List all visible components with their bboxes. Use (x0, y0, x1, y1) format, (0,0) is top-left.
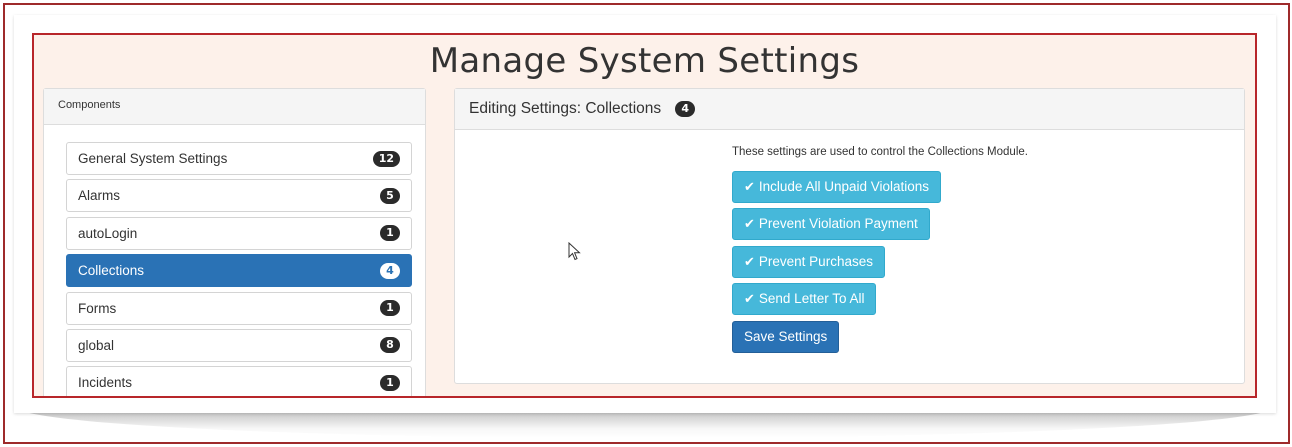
check-icon: ✔ (744, 291, 755, 307)
component-item-forms[interactable]: Forms 1 (66, 291, 412, 325)
check-icon: ✔ (744, 216, 755, 232)
count-badge: 1 (380, 374, 400, 391)
component-item-autologin[interactable]: autoLogin 1 (66, 216, 412, 250)
component-item-label: global (78, 337, 115, 353)
count-badge: 5 (380, 187, 400, 204)
component-item-label: Alarms (78, 188, 121, 204)
toggle-label: Prevent Violation Payment (758, 216, 918, 232)
editing-panel-title: Editing Settings: Collections (469, 100, 662, 117)
editing-settings-panel: Editing Settings: Collections 4 These se… (454, 88, 1245, 384)
mouse-cursor-icon (568, 242, 581, 261)
component-item-label: autoLogin (78, 225, 138, 241)
count-badge: 1 (380, 225, 400, 242)
component-item-general-system-settings[interactable]: General System Settings 12 (66, 142, 412, 175)
component-item-label: General System Settings (78, 151, 228, 166)
count-badge: 4 (675, 101, 696, 117)
check-icon: ✔ (744, 253, 755, 269)
count-badge: 8 (380, 337, 400, 354)
component-item-label: Forms (78, 300, 117, 316)
page-title: Manage System Settings (429, 41, 860, 81)
settings-form: These settings are used to control the C… (732, 146, 1028, 353)
count-badge: 1 (380, 300, 400, 317)
highlight-box: Manage System Settings Components Genera… (32, 33, 1257, 398)
component-item-incidents[interactable]: Incidents 1 (66, 366, 412, 396)
toggle-prevent-purchases[interactable]: ✔ Prevent Purchases (732, 245, 885, 278)
components-panel-heading: Components (44, 89, 425, 125)
toggle-label: Prevent Purchases (758, 253, 873, 269)
count-badge: 4 (380, 262, 400, 279)
toggle-label: Send Letter To All (758, 291, 865, 307)
toggle-prevent-violation-payment[interactable]: ✔ Prevent Violation Payment (732, 208, 930, 241)
component-item-alarms[interactable]: Alarms 5 (66, 179, 412, 213)
components-panel: Components General System Settings 12 Al… (43, 88, 426, 396)
components-list: General System Settings 12 Alarms 5 auto… (66, 142, 412, 396)
count-badge: 12 (372, 150, 400, 167)
component-item-global[interactable]: global 8 (66, 328, 412, 362)
toggle-include-all-unpaid-violations[interactable]: ✔ Include All Unpaid Violations (732, 171, 942, 203)
toggle-label: Include All Unpaid Violations (758, 179, 930, 194)
component-item-collections[interactable]: Collections 4 (66, 254, 412, 288)
settings-description: These settings are used to control the C… (732, 146, 1028, 158)
toggle-send-letter-to-all[interactable]: ✔ Send Letter To All (732, 283, 877, 316)
check-icon: ✔ (744, 179, 755, 194)
editing-panel-heading: Editing Settings: Collections 4 (455, 89, 1244, 130)
save-settings-button[interactable]: Save Settings (732, 320, 840, 353)
component-item-label: Collections (78, 263, 145, 279)
component-item-label: Incidents (78, 375, 133, 391)
